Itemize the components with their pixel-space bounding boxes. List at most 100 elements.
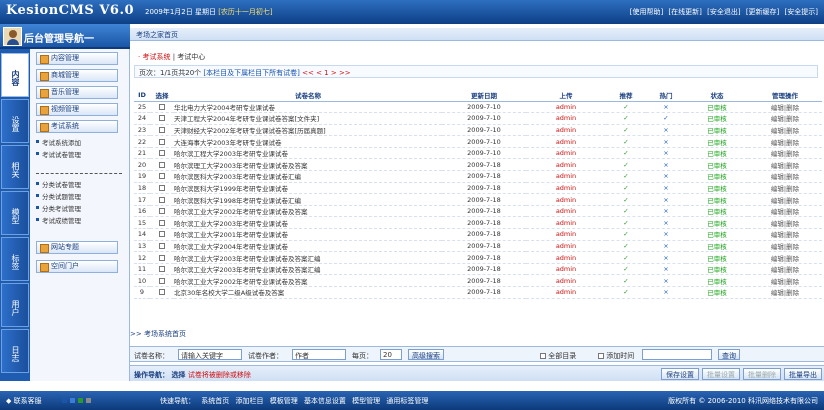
row-select-checkbox[interactable] bbox=[159, 196, 165, 203]
row-checkbox[interactable] bbox=[150, 170, 174, 183]
row-title[interactable]: 哈尔滨理工大学2003年考研专业课试卷及答案 bbox=[174, 158, 442, 172]
row-uploader[interactable]: admin bbox=[526, 240, 606, 253]
save-settings-button[interactable]: 保存设置 bbox=[661, 368, 699, 380]
row-checkbox[interactable] bbox=[150, 240, 174, 253]
help-link[interactable]: [使用帮助] bbox=[630, 8, 663, 16]
row-title[interactable]: 天津财经大学2002年考研专业课试卷答案[历届真题] bbox=[174, 124, 442, 137]
row-title[interactable]: 哈尔滨医科大学2003年考研专业课试卷汇编 bbox=[174, 170, 442, 183]
theme-swatch-gray[interactable] bbox=[86, 398, 91, 403]
row-status[interactable]: 已审核 bbox=[686, 135, 748, 148]
row-checkbox[interactable] bbox=[150, 274, 174, 287]
row-title[interactable]: 华北电力大学2004考研专业课试卷 bbox=[174, 101, 442, 114]
tab-settings[interactable]: 设置 bbox=[1, 99, 29, 143]
row-hot[interactable]: × bbox=[646, 158, 686, 172]
row-status[interactable]: 已审核 bbox=[686, 274, 748, 287]
row-hot[interactable]: × bbox=[646, 170, 686, 183]
filter-page-input[interactable]: 20 bbox=[380, 349, 402, 360]
row-actions[interactable]: 编辑|删除 bbox=[748, 135, 822, 148]
row-select-checkbox[interactable] bbox=[159, 184, 165, 191]
menu-content-manage[interactable]: 内容管理 bbox=[36, 52, 118, 65]
footer-link-settings[interactable]: 基本信息设置 bbox=[304, 397, 346, 405]
all-dir-checkbox-label[interactable]: 全部目录 bbox=[540, 351, 576, 361]
menu-sub-category-paper[interactable]: 分类试卷管理 bbox=[36, 179, 81, 189]
row-hot[interactable]: × bbox=[646, 216, 686, 230]
row-uploader[interactable]: admin bbox=[526, 158, 606, 172]
row-title[interactable]: 哈尔滨工业大学2001年考研专业课试卷 bbox=[174, 228, 442, 241]
row-hot[interactable]: × bbox=[646, 193, 686, 206]
row-hot[interactable]: × bbox=[646, 251, 686, 264]
row-recommend[interactable]: ✓ bbox=[606, 158, 646, 172]
row-actions[interactable]: 编辑|删除 bbox=[748, 147, 822, 160]
row-status[interactable]: 已审核 bbox=[686, 124, 748, 137]
row-hot[interactable]: × bbox=[646, 240, 686, 253]
footer-link-model[interactable]: 模型管理 bbox=[352, 397, 380, 405]
row-actions[interactable]: 编辑|删除 bbox=[748, 286, 822, 299]
tab-logs[interactable]: 日志 bbox=[1, 329, 29, 373]
row-status[interactable]: 已审核 bbox=[686, 182, 748, 195]
row-uploader[interactable]: admin bbox=[526, 228, 606, 241]
row-select-checkbox[interactable] bbox=[159, 289, 165, 296]
query-button[interactable]: 查询 bbox=[718, 349, 740, 360]
row-title[interactable]: 大连海事大学2003年考研专业课试卷 bbox=[174, 135, 442, 148]
row-hot[interactable]: × bbox=[646, 124, 686, 137]
security-link[interactable]: [安全提示] bbox=[785, 8, 818, 16]
row-select-checkbox[interactable] bbox=[159, 277, 165, 284]
footer-link-template[interactable]: 模板管理 bbox=[270, 397, 298, 405]
add-time-checkbox[interactable] bbox=[598, 353, 604, 359]
theme-swatch-blue[interactable] bbox=[62, 398, 67, 403]
row-actions[interactable]: 编辑|删除 bbox=[748, 182, 822, 195]
row-actions[interactable]: 编辑|删除 bbox=[748, 158, 822, 172]
support-link-text[interactable]: 联系客服 bbox=[14, 397, 42, 405]
row-actions[interactable]: 编辑|删除 bbox=[748, 101, 822, 114]
footer-link-labels[interactable]: 通用标签管理 bbox=[386, 397, 428, 405]
row-actions[interactable]: 编辑|删除 bbox=[748, 228, 822, 241]
row-uploader[interactable]: admin bbox=[526, 112, 606, 125]
row-recommend[interactable]: ✓ bbox=[606, 170, 646, 183]
row-hot[interactable]: ✓ bbox=[646, 112, 686, 125]
row-recommend[interactable]: ✓ bbox=[606, 286, 646, 299]
row-actions[interactable]: 编辑|删除 bbox=[748, 124, 822, 137]
row-checkbox[interactable] bbox=[150, 101, 174, 114]
update-link[interactable]: [在线更新] bbox=[668, 8, 701, 16]
row-actions[interactable]: 编辑|删除 bbox=[748, 112, 822, 125]
batch-settings-button[interactable]: 批量设置 bbox=[702, 368, 740, 380]
tab-model[interactable]: 模型 bbox=[1, 191, 29, 235]
row-select-checkbox[interactable] bbox=[159, 231, 165, 238]
row-hot[interactable]: × bbox=[646, 205, 686, 218]
row-title[interactable]: 哈尔滨医科大学1998年考研专业课试卷汇编 bbox=[174, 193, 442, 206]
row-actions[interactable]: 编辑|删除 bbox=[748, 274, 822, 287]
subnav-exam-center-link[interactable]: 考试中心 bbox=[177, 53, 205, 61]
row-actions[interactable]: 编辑|删除 bbox=[748, 263, 822, 276]
row-uploader[interactable]: admin bbox=[526, 182, 606, 195]
menu-special-topic[interactable]: 网站专题 bbox=[36, 241, 118, 254]
row-uploader[interactable]: admin bbox=[526, 274, 606, 287]
row-title[interactable]: 北京30年名校大学二级A级试卷及答案 bbox=[174, 286, 442, 299]
operation-status[interactable]: 选择 bbox=[171, 371, 185, 379]
support-link[interactable]: ◆ 联系客服 bbox=[6, 396, 42, 406]
row-recommend[interactable]: ✓ bbox=[606, 101, 646, 114]
subnav-exam-link[interactable]: · 考试系统 bbox=[138, 53, 170, 61]
row-hot[interactable]: × bbox=[646, 147, 686, 160]
row-uploader[interactable]: admin bbox=[526, 170, 606, 183]
row-title[interactable]: 哈尔滨工业大学2003年考研专业课试卷及答案汇编 bbox=[174, 263, 442, 276]
row-checkbox[interactable] bbox=[150, 135, 174, 148]
row-status[interactable]: 已审核 bbox=[686, 263, 748, 276]
row-recommend[interactable]: ✓ bbox=[606, 205, 646, 218]
row-checkbox[interactable] bbox=[150, 147, 174, 160]
row-hot[interactable]: × bbox=[646, 135, 686, 148]
row-title[interactable]: 哈尔滨工业大学2003年考研专业课试卷 bbox=[174, 216, 442, 230]
row-actions[interactable]: 编辑|删除 bbox=[748, 170, 822, 183]
row-status[interactable]: 已审核 bbox=[686, 170, 748, 183]
menu-sub-exam-paper[interactable]: 考试试卷管理 bbox=[36, 149, 81, 159]
menu-shop-manage[interactable]: 商城管理 bbox=[36, 69, 118, 82]
row-uploader[interactable]: admin bbox=[526, 193, 606, 206]
menu-space-portal[interactable]: 空间门户 bbox=[36, 260, 118, 273]
row-checkbox[interactable] bbox=[150, 251, 174, 264]
lunar-date-link[interactable]: [农历十一月初七] bbox=[218, 8, 272, 16]
cache-link[interactable]: [更新缓存] bbox=[746, 8, 779, 16]
row-select-checkbox[interactable] bbox=[159, 138, 165, 145]
row-status[interactable]: 已审核 bbox=[686, 147, 748, 160]
row-recommend[interactable]: ✓ bbox=[606, 263, 646, 276]
filter-name-input[interactable]: 请输入关键字 bbox=[178, 349, 242, 360]
row-status[interactable]: 已审核 bbox=[686, 112, 748, 125]
